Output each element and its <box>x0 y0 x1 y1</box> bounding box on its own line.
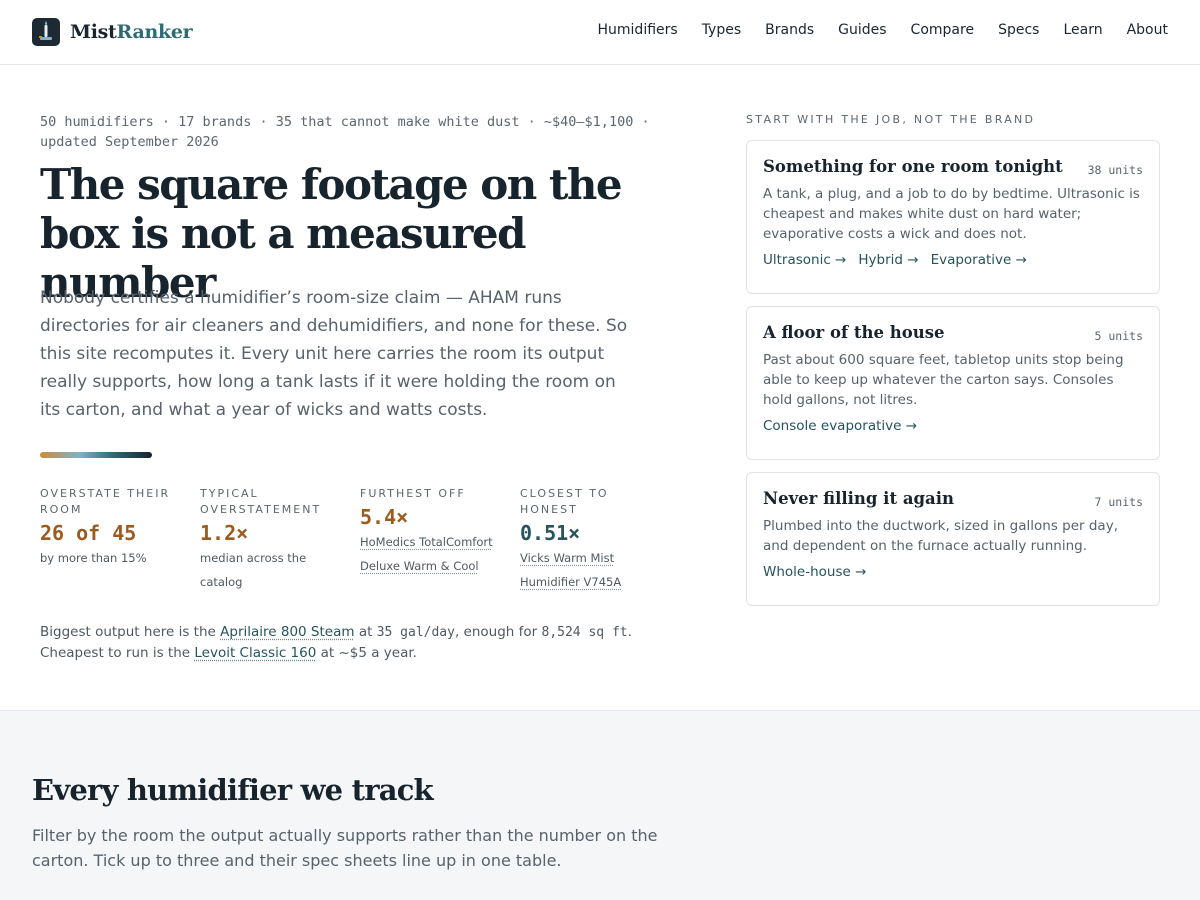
stat-value: 1.2× <box>200 521 249 545</box>
card-description: A tank, a plug, and a job to do by bedti… <box>763 186 1140 242</box>
stat-value: 26 of 45 <box>40 521 137 545</box>
card-links: Whole-house → <box>763 564 1143 580</box>
link-console-evaporative[interactable]: Console evaporative → <box>763 418 917 434</box>
footnote-text: Biggest output here is the <box>40 624 221 640</box>
hero-lede: Nobody certifies a humidifier’s room-siz… <box>40 288 628 420</box>
stat-product-link[interactable]: Vicks Warm Mist Humidifier V745A <box>520 546 668 594</box>
nav-specs[interactable]: Specs <box>998 22 1039 38</box>
brand-name-first: Mist <box>70 21 117 43</box>
stats-row: Overstate their room 26 of 45 by more th… <box>40 486 680 594</box>
nav-types[interactable]: Types <box>702 22 741 38</box>
site-header: MistRanker Humidifiers Types Brands Guid… <box>0 0 1200 65</box>
footnote-text: , enough for <box>454 624 542 640</box>
stat-typical: Typical overstatement 1.2× median across… <box>200 486 360 594</box>
unit-count-badge: 5 units <box>1094 329 1143 343</box>
nav-compare[interactable]: Compare <box>911 22 975 38</box>
unit-count-badge: 38 units <box>1087 163 1143 177</box>
brand-name-second: Ranker <box>116 21 193 43</box>
job-card-one-room[interactable]: Something for one room tonight 38 units … <box>746 140 1160 294</box>
link-evaporative[interactable]: Evaporative → <box>931 252 1027 268</box>
hero-meta: 50 humidifiers · 17 brands · 35 that can… <box>40 114 650 150</box>
hero-footnote: Biggest output here is the Aprilaire 800… <box>40 622 690 663</box>
main-nav: Humidifiers Types Brands Guides Compare … <box>598 22 1169 38</box>
nav-humidifiers[interactable]: Humidifiers <box>598 22 678 38</box>
link-hybrid[interactable]: Hybrid → <box>858 252 918 268</box>
card-links: Console evaporative → <box>763 418 1143 434</box>
brand-name: MistRanker <box>70 21 193 43</box>
stat-note: by more than 15% <box>40 551 147 565</box>
side-heading: Start with the job, not the brand <box>746 113 1036 126</box>
job-card-whole-house[interactable]: Never filling it again 7 units Plumbed i… <box>746 472 1160 606</box>
stat-label: Overstate their room <box>40 487 171 516</box>
stat-note: median across the catalog <box>200 551 307 589</box>
card-title: Never filling it again <box>763 489 954 508</box>
stat-closest: Closest to honest 0.51× Vicks Warm Mist … <box>520 486 680 594</box>
logo-link[interactable]: MistRanker <box>32 18 193 46</box>
humidifier-mark-icon <box>32 18 60 46</box>
unit-count-badge: 7 units <box>1094 495 1143 509</box>
stat-value: 0.51× <box>520 521 581 545</box>
nav-guides[interactable]: Guides <box>838 22 886 38</box>
link-whole-house[interactable]: Whole-house → <box>763 564 866 580</box>
stat-label: Furthest off <box>360 487 466 500</box>
stat-product-link[interactable]: HoMedics TotalComfort Deluxe Warm & Cool <box>360 530 508 578</box>
product-link-levoit[interactable]: Levoit Classic 160 <box>194 645 316 661</box>
stat-label: Typical overstatement <box>200 487 322 516</box>
card-links: Ultrasonic → Hybrid → Evaporative → <box>763 252 1143 268</box>
nav-about[interactable]: About <box>1127 22 1168 38</box>
link-ultrasonic[interactable]: Ultrasonic → <box>763 252 846 268</box>
area-value: 8,524 sq ft <box>541 625 628 640</box>
card-title: Something for one room tonight <box>763 157 1063 176</box>
stat-label: Closest to honest <box>520 487 609 516</box>
nav-learn[interactable]: Learn <box>1063 22 1102 38</box>
gradient-divider <box>40 452 152 458</box>
footnote-text: at <box>354 624 377 640</box>
card-description: Plumbed into the ductwork, sized in gall… <box>763 518 1118 554</box>
stat-overstate: Overstate their room 26 of 45 by more th… <box>40 486 200 594</box>
stat-furthest: Furthest off 5.4× HoMedics TotalComfort … <box>360 486 520 594</box>
card-description: Past about 600 square feet, tabletop uni… <box>763 352 1124 408</box>
product-link-aprilaire[interactable]: Aprilaire 800 Steam <box>220 624 354 640</box>
card-title: A floor of the house <box>763 323 945 342</box>
footnote-text: at ~$5 a year. <box>316 645 417 661</box>
stat-value: 5.4× <box>360 505 409 529</box>
catalog-section: Every humidifier we track Filter by the … <box>0 710 1200 900</box>
nav-brands[interactable]: Brands <box>765 22 814 38</box>
output-value: 35 gal/day <box>376 625 455 640</box>
catalog-title: Every humidifier we track <box>32 773 434 807</box>
catalog-description: Filter by the room the output actually s… <box>32 826 658 870</box>
job-card-floor[interactable]: A floor of the house 5 units Past about … <box>746 306 1160 460</box>
